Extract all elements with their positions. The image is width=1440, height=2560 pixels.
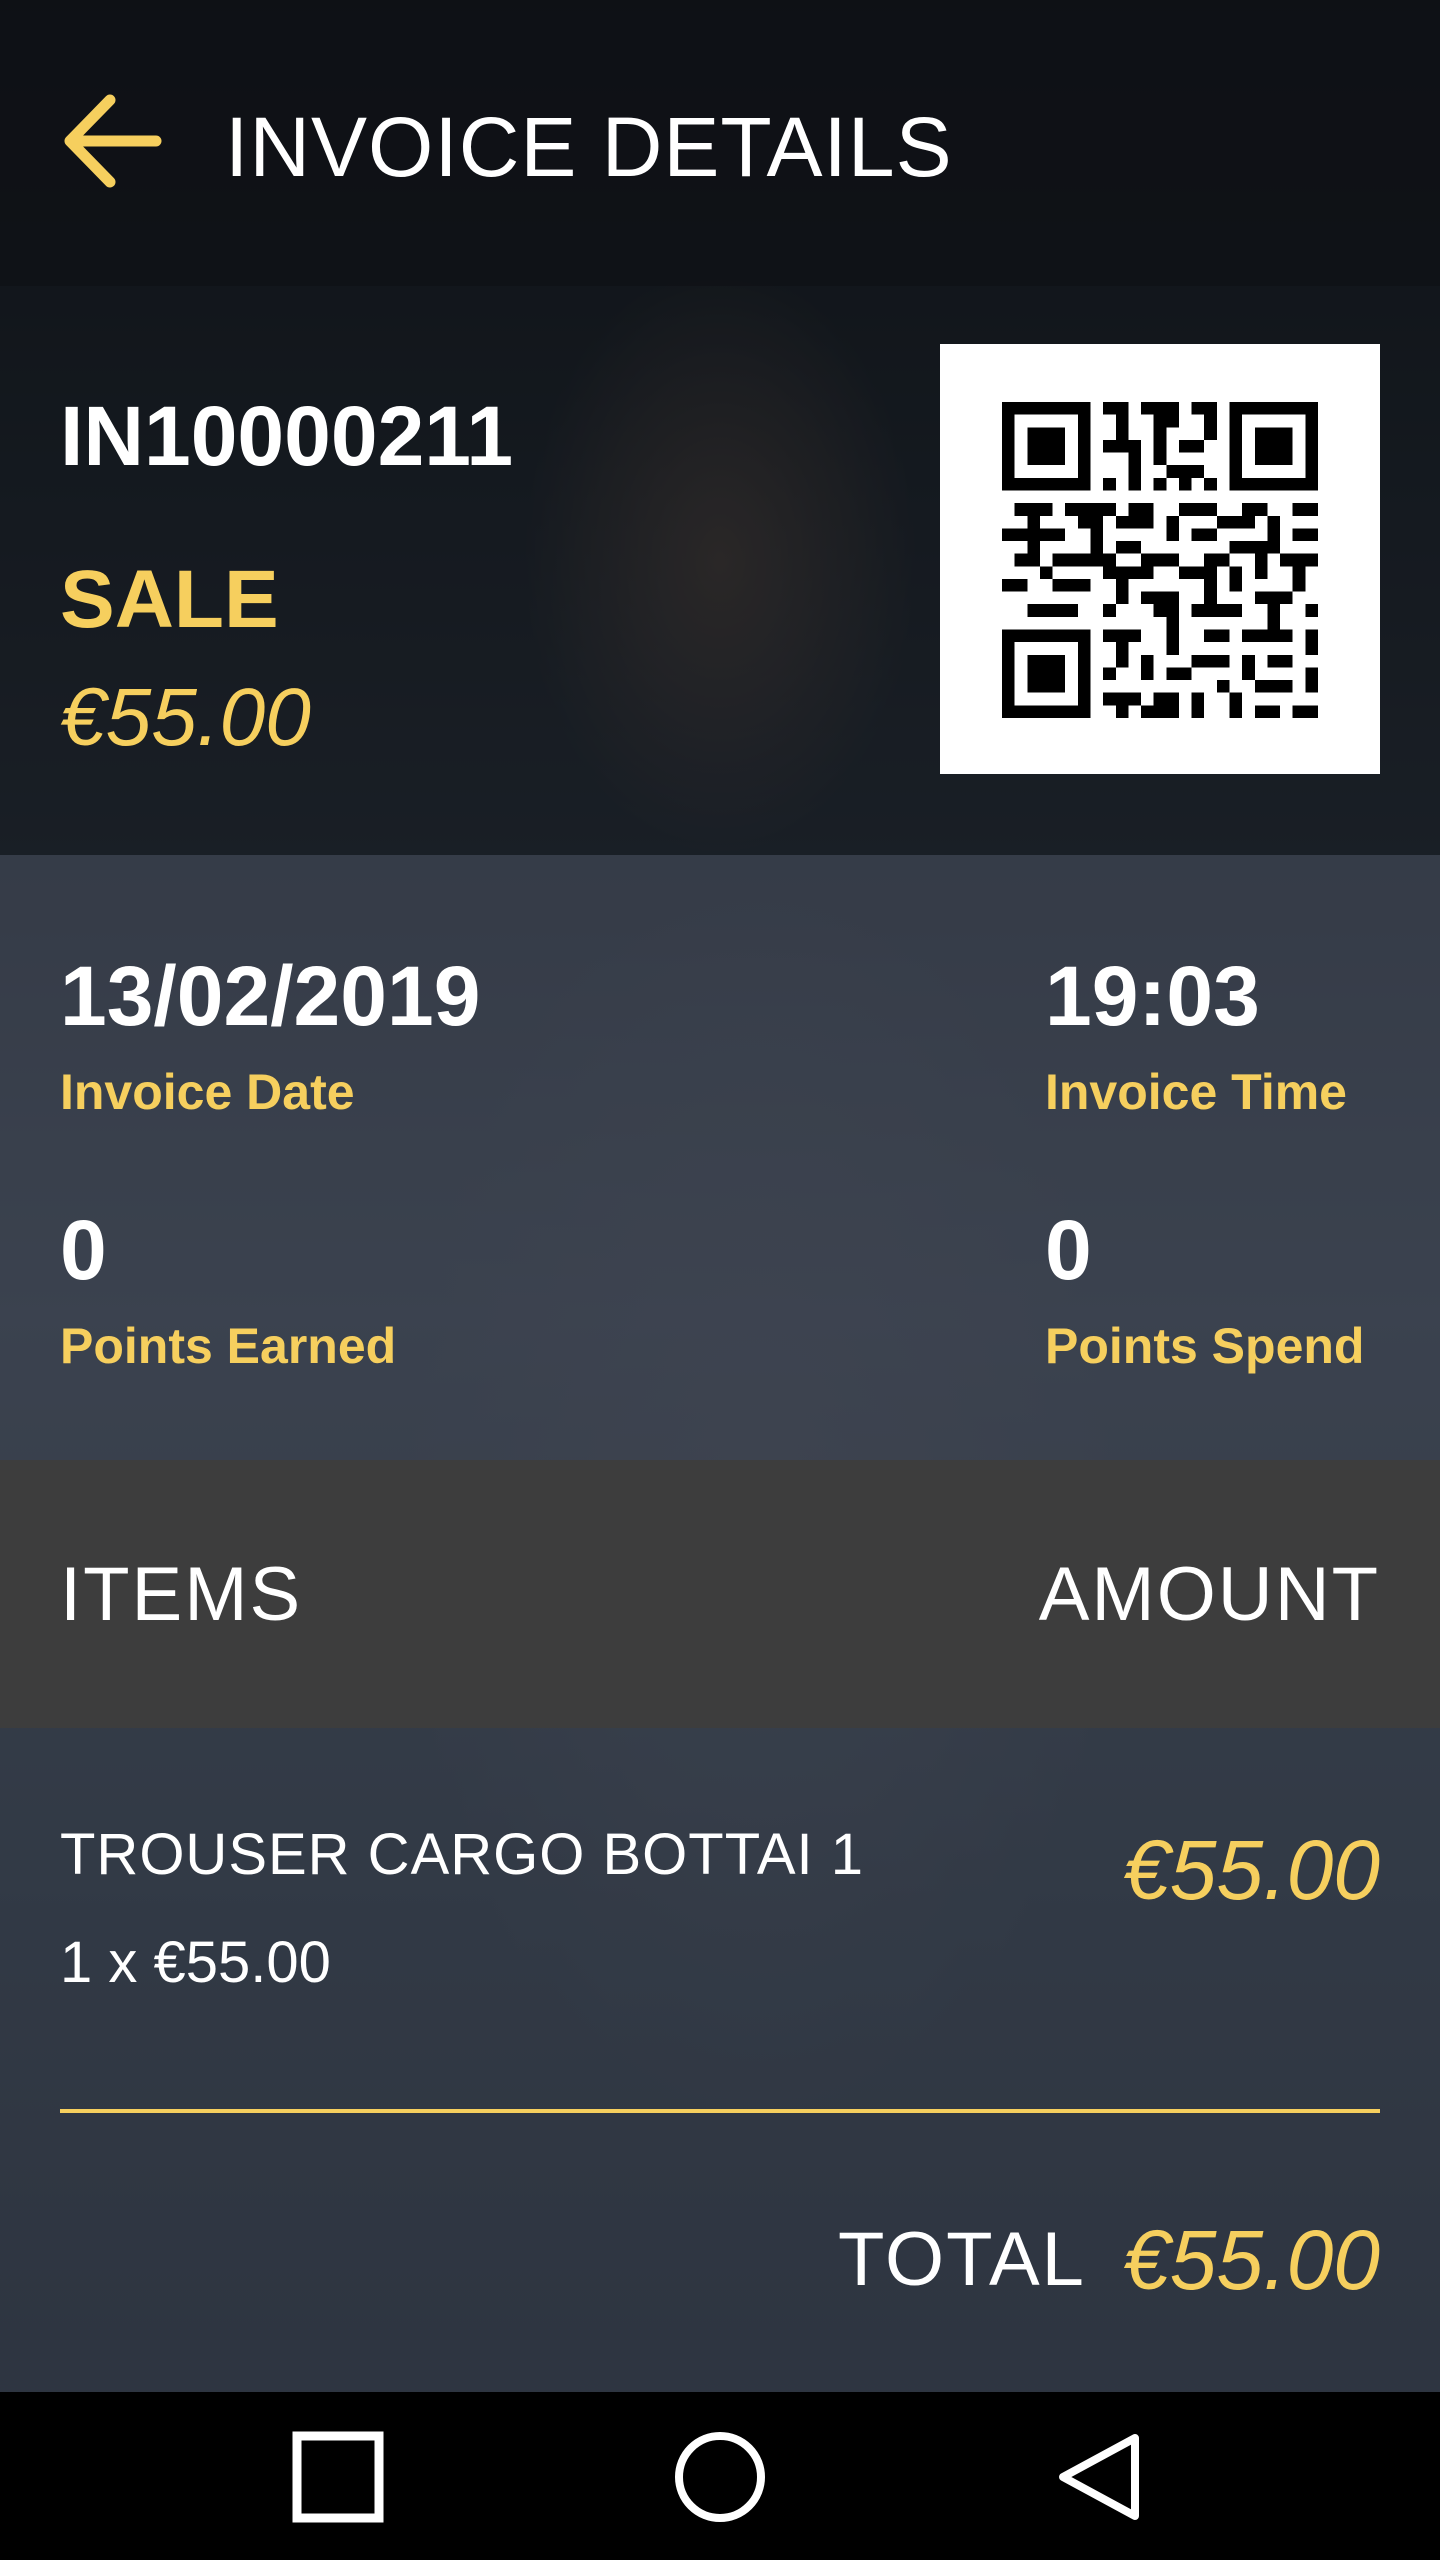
item-name: TROUSER CARGO BOTTAI 1	[60, 1822, 865, 1887]
amount-column-title: AMOUNT	[1038, 1552, 1380, 1637]
points-spend-label: Points Spend	[1045, 1318, 1365, 1374]
items-column-title: ITEMS	[60, 1552, 303, 1637]
invoice-time-value: 19:03	[1045, 949, 1260, 1043]
back-arrow-icon[interactable]	[58, 86, 168, 196]
points-spend-value: 0	[1045, 1203, 1092, 1297]
invoice-type: SALE	[60, 554, 279, 645]
invoice-date-value: 13/02/2019	[60, 949, 481, 1043]
points-earned-value: 0	[60, 1203, 107, 1297]
total-amount: €55.00	[1123, 2213, 1380, 2307]
qr-code-icon	[1002, 402, 1318, 718]
invoice-number: IN10000211	[60, 389, 514, 483]
page-title: INVOICE DETAILS	[225, 100, 953, 194]
invoice-amount: €55.00	[60, 672, 311, 763]
home-circle-icon[interactable]	[665, 2422, 775, 2532]
qr-code	[940, 344, 1380, 774]
invoice-date-label: Invoice Date	[60, 1064, 355, 1120]
item-quantity-price: 1 x €55.00	[60, 1930, 331, 1995]
item-amount: €55.00	[1123, 1823, 1380, 1917]
points-earned-label: Points Earned	[60, 1318, 397, 1374]
recents-square-icon[interactable]	[283, 2422, 393, 2532]
invoice-time-label: Invoice Time	[1045, 1064, 1347, 1120]
back-triangle-icon[interactable]	[1047, 2422, 1157, 2532]
total-label: TOTAL	[838, 2217, 1086, 2302]
total-divider	[60, 2109, 1380, 2113]
